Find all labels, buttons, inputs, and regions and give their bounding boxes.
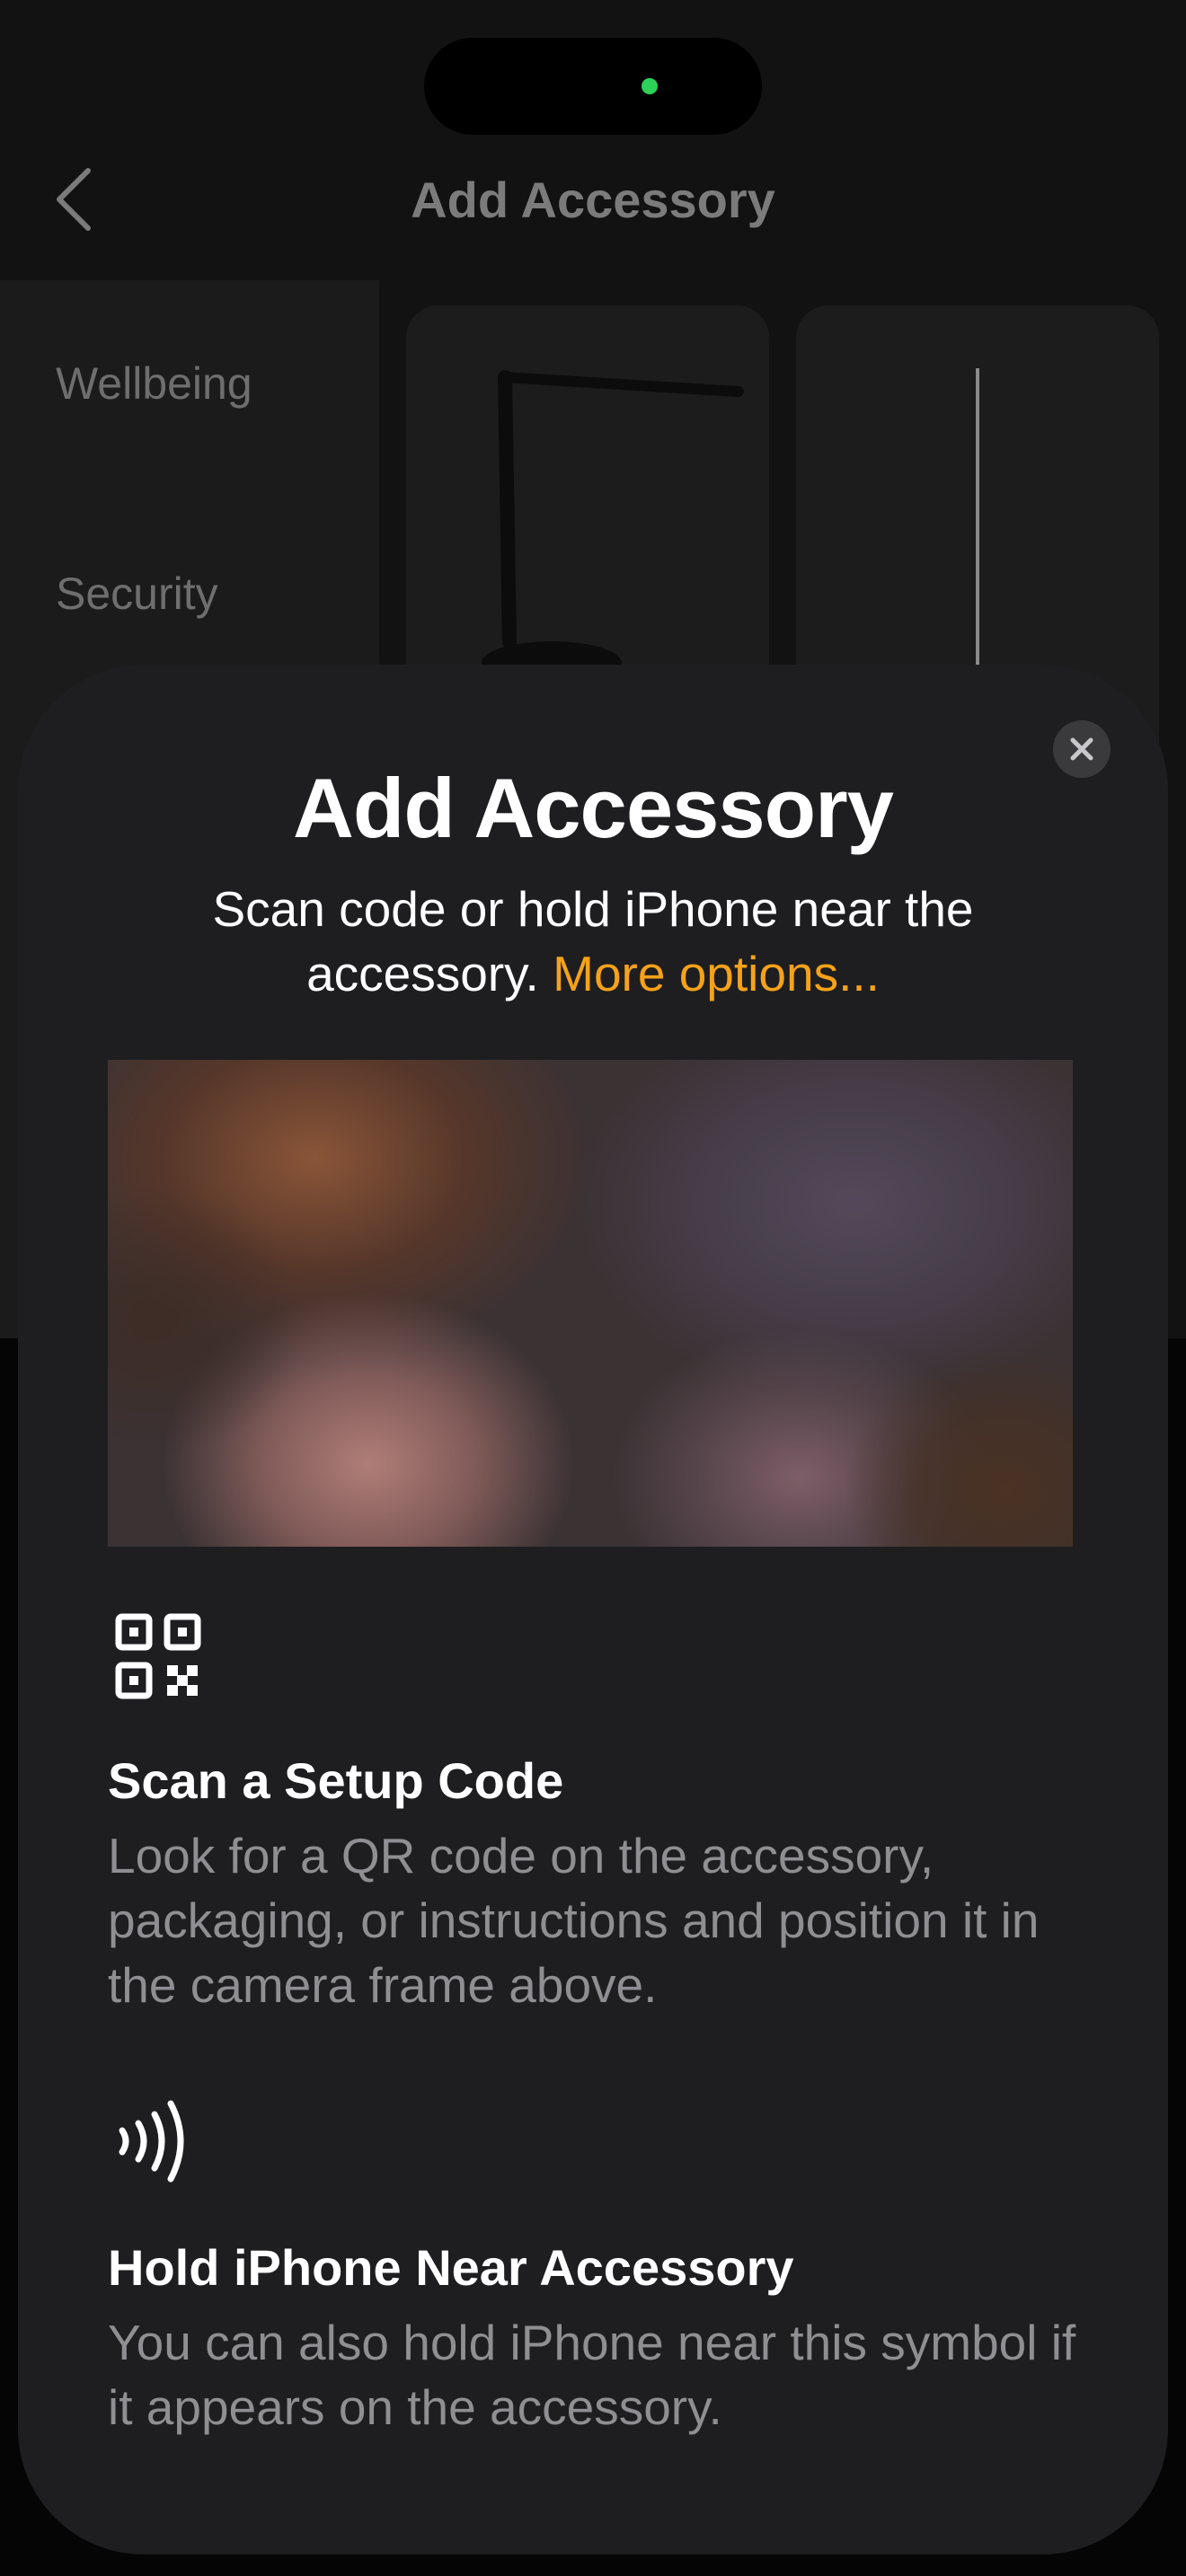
hold-iphone-description: You can also hold iPhone near this symbo… [108, 2315, 1076, 2435]
nfc-waves-icon [115, 2096, 196, 2191]
add-accessory-sheet: Add Accessory Scan code or hold iPhone n… [18, 665, 1168, 2554]
more-options-link[interactable]: More options... [553, 946, 880, 1001]
desk-lamp-image [482, 370, 744, 684]
sheet-title: Add Accessory [293, 761, 894, 855]
floor-lamp-image [976, 368, 979, 683]
camera-viewfinder [108, 1060, 1073, 1547]
sidebar-item-security[interactable]: Security [56, 568, 218, 620]
close-icon [1070, 737, 1093, 761]
dynamic-island [424, 38, 762, 135]
screen: Add Accessory Wellbeing Security Add Acc… [0, 0, 1186, 2576]
camera-in-use-indicator [642, 78, 658, 94]
nav-title: Add Accessory [411, 172, 775, 228]
sidebar-item-wellbeing[interactable]: Wellbeing [56, 357, 252, 410]
scan-code-description: Look for a QR code on the accessory, pac… [108, 1828, 1040, 2013]
qr-code-icon [115, 1613, 201, 1704]
hold-iphone-title: Hold iPhone Near Accessory [108, 2239, 794, 2296]
scan-code-title: Scan a Setup Code [108, 1752, 564, 1809]
sheet-subtitle: Scan code or hold iPhone near the access… [126, 877, 1060, 1006]
